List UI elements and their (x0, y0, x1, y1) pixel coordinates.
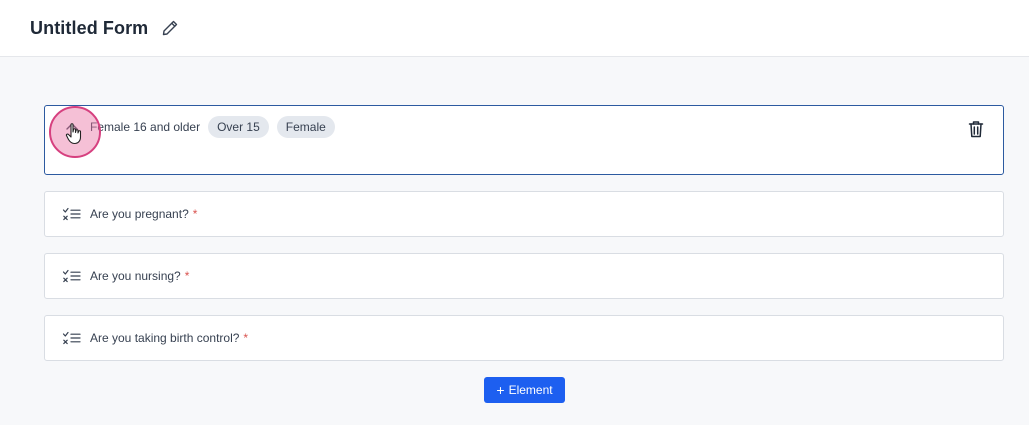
question-card[interactable]: Are you nursing? * (44, 253, 1004, 299)
question-label: Are you pregnant? (90, 207, 189, 221)
condition-tag-age: Over 15 (208, 116, 269, 138)
condition-row: Female 16 and older Over 15 Female (62, 116, 343, 138)
condition-label: Female 16 and older (90, 120, 201, 134)
required-marker: * (243, 331, 249, 345)
form-header: Untitled Form (0, 0, 1029, 57)
question-card[interactable]: Are you pregnant? * (44, 191, 1004, 237)
condition-tag-gender: Female (276, 116, 335, 138)
question-label: Are you taking birth control? (90, 331, 240, 345)
plus-icon: + (496, 382, 505, 398)
trash-icon[interactable] (967, 119, 985, 139)
checklist-icon (62, 269, 82, 283)
checklist-icon (62, 331, 82, 345)
question-label: Are you nursing? (90, 269, 181, 283)
add-element-button[interactable]: + Element (484, 377, 565, 403)
required-marker: * (184, 269, 190, 283)
form-title: Untitled Form (30, 17, 149, 38)
chevron-up-icon[interactable] (62, 117, 82, 137)
required-marker: * (192, 207, 198, 221)
checklist-icon (62, 207, 82, 221)
question-card[interactable]: Are you taking birth control? * (44, 315, 1004, 361)
pencil-icon[interactable] (160, 18, 180, 38)
condition-group-card[interactable]: Female 16 and older Over 15 Female (44, 105, 1004, 175)
add-element-label: Element (508, 383, 553, 397)
